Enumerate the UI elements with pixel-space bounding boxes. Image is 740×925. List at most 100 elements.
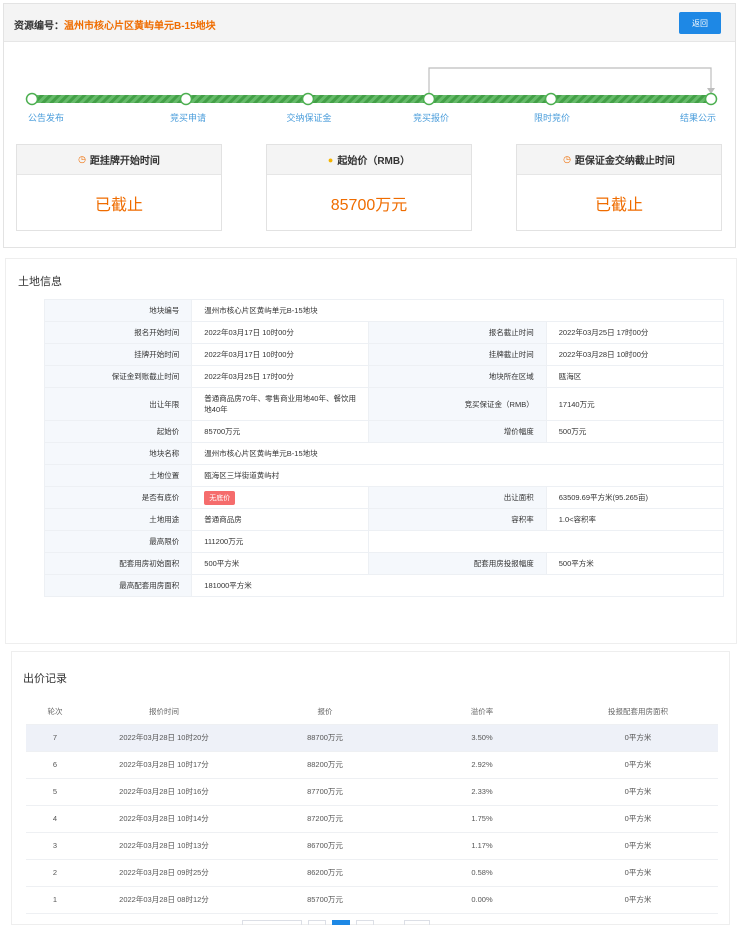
bid-round: 6 [26,751,84,779]
info-key: 起始价 [43,420,193,443]
bid-premium: 2.33% [406,778,558,806]
clock-icon: ◷ [78,154,86,164]
info-key: 容积率 [368,508,547,531]
step-node-4 [422,92,436,106]
bid-header-row: 轮次 报价时间 报价 溢价率 投报配套用房面积 [26,700,718,725]
info-key: 报名开始时间 [43,321,193,344]
info-value: 普通商品房 [191,508,370,531]
bid-time: 2022年03月28日 10时17分 [84,751,244,779]
col-round: 轮次 [26,700,84,725]
info-key: 出让面积 [368,486,547,509]
bid-round: 2 [26,859,84,887]
col-area: 投报配套用房面积 [558,700,718,725]
card-value: 85700万元 [330,197,408,214]
step-label-result: 结果公示 [679,113,717,123]
bid-round: 4 [26,805,84,833]
resource-header: 资源编号：温州市核心片区黄屿单元B-15地块 返回 [4,4,735,42]
info-row: 起始价 85700万元 增价幅度 500万元 [43,420,725,443]
bid-area: 0平方米 [558,859,718,887]
info-key: 土地位置 [43,464,193,487]
pagination [242,920,430,925]
bid-premium: 3.50% [406,724,558,752]
info-row: 保证金到账截止时间 2022年03月25日 17时00分 地块所在区域 瓯海区 [43,365,725,388]
info-value: 500平方米 [191,552,370,575]
bid-time: 2022年03月28日 08时12分 [84,886,244,914]
bid-row: 2 2022年03月28日 09时25分 86200万元 0.58% 0平方米 [26,859,718,887]
land-info-title: 土地信息 [18,276,62,288]
bid-row: 3 2022年03月28日 10时13分 86700万元 1.17% 0平方米 [26,832,718,860]
page-size-select[interactable] [242,920,302,925]
info-key: 是否有底价 [43,486,193,509]
bid-time: 2022年03月28日 09时25分 [84,859,244,887]
col-price: 报价 [244,700,406,725]
info-value: 普通商品房70年、零售商业用地40年、餐饮用地40年 [191,387,370,421]
info-key: 配套用房投报幅度 [368,552,547,575]
info-key: 地块编号 [43,299,193,322]
bid-price: 85700万元 [244,886,406,914]
info-row: 土地位置 瓯海区三垟街道黄屿村 [43,464,724,487]
info-value: 500平方米 [545,552,725,575]
next-page-button[interactable] [356,920,374,925]
info-value: 2022年03月28日 10时00分 [545,343,725,366]
bid-records-panel: 出价记录 轮次 报价时间 报价 溢价率 投报配套用房面积 7 2022年03月2… [11,651,730,925]
card-title: 起始价（RMB） [337,156,411,167]
bid-row: 6 2022年03月28日 10时17分 88200万元 2.92% 0平方米 [26,751,718,779]
bid-time: 2022年03月28日 10时20分 [84,724,244,752]
step-label-announce: 公告发布 [27,113,65,123]
bid-row: 7 2022年03月28日 10时20分 88700万元 3.50% 0平方米 [26,724,718,752]
resource-panel: 资源编号：温州市核心片区黄屿单元B-15地块 返回 公告发布 竞买申请 交纳保证… [3,3,736,248]
bid-premium: 1.17% [406,832,558,860]
info-value: 2022年03月17日 10时00分 [191,343,370,366]
info-row: 是否有底价 无底价 出让面积 63509.69平方米(95.265亩) [43,486,725,509]
bid-price: 87200万元 [244,805,406,833]
back-button[interactable]: 返回 [679,12,721,34]
step-label-timed: 限时竞价 [533,113,571,123]
info-value: 500万元 [545,420,725,443]
bid-price: 88700万元 [244,724,406,752]
info-key: 报名截止时间 [368,321,547,344]
info-value: 2022年03月25日 17时00分 [545,321,725,344]
info-value: 181000平方米 [191,574,724,597]
bid-round: 5 [26,778,84,806]
info-value: 17140万元 [545,387,725,421]
bid-price: 86700万元 [244,832,406,860]
bid-area: 0平方米 [558,805,718,833]
info-row: 配套用房初始面积 500平方米 配套用房投报幅度 500平方米 [43,552,725,575]
page-button-active[interactable] [332,920,350,925]
step-node-1 [25,92,39,106]
step-node-6 [704,92,718,106]
step-node-2 [179,92,193,106]
info-value: 瓯海区 [545,365,725,388]
goto-page-input[interactable] [404,920,430,925]
card-deposit-deadline: ◷ 距保证金交纳截止时间 已截止 [516,144,722,231]
info-value: 温州市核心片区黄屿单元B-15地块 [191,442,724,465]
info-value: 63509.69平方米(95.265亩) [545,486,725,509]
card-title: 距挂牌开始时间 [89,156,160,167]
bid-records-title: 出价记录 [23,673,67,685]
col-premium: 溢价率 [406,700,558,725]
info-value: 111200万元 [191,530,370,553]
bid-area: 0平方米 [558,751,718,779]
card-value: 已截止 [94,197,143,214]
prev-page-button[interactable] [308,920,326,925]
card-value: 已截止 [594,197,643,214]
info-key: 地块所在区域 [368,365,547,388]
loop-line [428,67,712,97]
bid-row: 5 2022年03月28日 10时16分 87700万元 2.33% 0平方米 [26,778,718,806]
bid-round: 3 [26,832,84,860]
info-row: 最高限价 111200万元 [43,530,724,553]
bid-area: 0平方米 [558,832,718,860]
bid-premium: 0.00% [406,886,558,914]
col-time: 报价时间 [84,700,244,725]
step-label-apply: 竞买申请 [169,113,207,123]
info-key: 地块名称 [43,442,193,465]
progress-track [25,67,718,106]
info-value: 2022年03月17日 10时00分 [191,321,370,344]
clock-icon: ◷ [563,154,571,164]
bid-row: 4 2022年03月28日 10时14分 87200万元 1.75% 0平方米 [26,805,718,833]
info-key: 土地用途 [43,508,193,531]
progress-steps: 公告发布 竞买申请 交纳保证金 竞买报价 限时竞价 结果公示 [4,59,737,129]
bid-price: 86200万元 [244,859,406,887]
step-node-5 [544,92,558,106]
bid-records-table: 轮次 报价时间 报价 溢价率 投报配套用房面积 7 2022年03月28日 10… [26,700,718,914]
